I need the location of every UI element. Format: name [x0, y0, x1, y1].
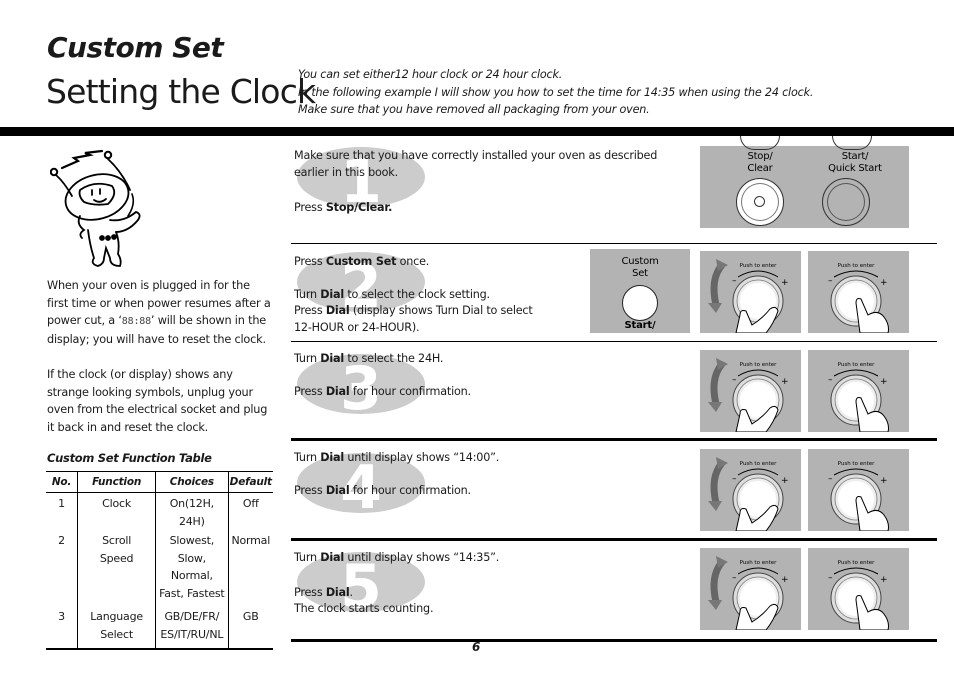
- plus-icon: +: [781, 377, 789, 387]
- custom-set-button[interactable]: [622, 285, 658, 321]
- push-dial-illustration: Push to enter – +: [808, 350, 909, 432]
- turn-dial-illustration: Push to enter – +: [700, 449, 801, 531]
- intro-text: You can set either12 hour clock or 24 ho…: [298, 66, 813, 119]
- header-function: Function: [77, 471, 156, 493]
- function-table: No. Function Choices Default 1 Clock On(…: [46, 471, 273, 650]
- cell-function: Clock: [77, 492, 156, 530]
- push-to-enter-label: Push to enter: [838, 560, 875, 566]
- mascot-illustration: [50, 149, 141, 267]
- push-dial-illustration: Push to enter – +: [808, 548, 909, 630]
- header-divider: [0, 127, 954, 136]
- table-row: 3 Language Select GB/DE/FR/ES/IT/RU/NL GB: [46, 602, 273, 650]
- cell-choices: On(12H, 24H): [155, 492, 229, 530]
- stop-clear-label: Stop/Clear.: [325, 201, 393, 214]
- push-to-enter-label: Push to enter: [740, 560, 777, 566]
- cell-choices: Slowest, Slow, Normal, Fast, Fastest: [155, 530, 229, 602]
- step-1-text: Make sure that you have correctly instal…: [294, 149, 658, 214]
- plus-icon: +: [781, 476, 789, 486]
- start-button-label: Start/: [624, 320, 656, 331]
- minus-icon: –: [828, 474, 833, 484]
- cell-default: Off: [227, 492, 273, 530]
- push-to-enter-label: Push to enter: [740, 362, 777, 368]
- step-5-text: Turn Dial until display shows “14:35”. P…: [294, 551, 500, 615]
- minus-icon: –: [732, 276, 737, 286]
- push-to-enter-label: Push to enter: [838, 362, 875, 368]
- custom-set-panel: Custom Set Start/: [590, 249, 690, 333]
- push-to-enter-label: Push to enter: [740, 263, 777, 269]
- cell-function: Language Select: [77, 602, 156, 650]
- turn-dial-illustration: Push to enter – +: [700, 350, 801, 432]
- function-table-title: Custom Set Function Table: [47, 451, 212, 465]
- minus-icon: –: [732, 474, 737, 484]
- step-2-text: Press Custom Set once. Turn Dial to sele…: [294, 255, 533, 334]
- minus-icon: –: [732, 573, 737, 583]
- step-divider: [291, 438, 937, 441]
- page-title: Setting the Clock: [46, 72, 316, 111]
- cell-no: 1: [58, 497, 65, 510]
- step-divider: [291, 538, 937, 541]
- plus-icon: +: [781, 278, 789, 288]
- table-row: 1 Clock On(12H, 24H) Off: [46, 492, 273, 530]
- table-row: 2 Scroll Speed Slowest, Slow, Normal, Fast,…: [46, 530, 273, 602]
- header-choices: Choices: [155, 471, 229, 493]
- stop-start-panel: Stop/Clear Start/Quick Start: [700, 136, 909, 228]
- intro-line: In the following example I will show you…: [298, 85, 814, 99]
- plus-icon: +: [880, 476, 888, 486]
- step-1: 1 Make sure that you have correctly inst…: [291, 136, 937, 244]
- header-default: Default: [227, 471, 273, 493]
- turn-dial-illustration: Push to enter – +: [700, 251, 801, 333]
- cell-no: 3: [46, 602, 78, 650]
- section-title: Custom Set: [47, 31, 224, 64]
- intro-line: Make sure that you have removed all pack…: [298, 103, 650, 116]
- push-dial-illustration: Push to enter – +: [808, 449, 909, 531]
- footer-divider: [291, 639, 937, 642]
- minus-icon: –: [732, 375, 737, 385]
- plus-icon: +: [880, 377, 888, 387]
- cell-default: GB: [227, 602, 273, 650]
- stop-clear-button[interactable]: [736, 178, 784, 226]
- minus-icon: –: [828, 573, 833, 583]
- step-3-text: Turn Dial to select the 24H. Press Dial …: [294, 352, 471, 398]
- step-divider: [291, 243, 937, 244]
- plus-icon: +: [781, 575, 789, 585]
- push-to-enter-label: Push to enter: [838, 461, 875, 467]
- push-dial-illustration: Push to enter – +: [808, 251, 909, 333]
- cell-choices: GB/DE/FR/ES/IT/RU/NL: [155, 602, 229, 650]
- stop-clear-button-label: Stop/Clear: [747, 151, 773, 174]
- reset-instructions: When your oven is plugged in for the fir…: [47, 277, 273, 436]
- plus-icon: +: [880, 575, 888, 585]
- cell-no: 2: [58, 534, 65, 547]
- table-header-row: No. Function Choices Default: [46, 471, 273, 493]
- custom-set-button-label: Custom Set: [621, 256, 659, 279]
- step-divider: [291, 341, 937, 342]
- plus-icon: +: [880, 278, 888, 288]
- cell-function: Scroll Speed: [77, 530, 156, 602]
- start-quick-start-button[interactable]: [822, 178, 870, 226]
- minus-icon: –: [828, 375, 833, 385]
- page-number: 6: [472, 640, 481, 654]
- header-no: No.: [46, 471, 78, 493]
- strange-symbols-paragraph: If the clock (or display) shows any stra…: [47, 367, 268, 434]
- power-cut-paragraph: When your oven is plugged in for the fir…: [47, 279, 271, 346]
- lcd-display-value: 88:88: [121, 316, 151, 328]
- intro-line: You can set either12 hour clock or 24 ho…: [298, 68, 563, 81]
- turn-dial-illustration: Push to enter – +: [700, 548, 801, 630]
- cell-default: Normal: [227, 530, 273, 602]
- step-4-text: Turn Dial until display shows “14:00”. P…: [294, 451, 500, 497]
- push-to-enter-label: Push to enter: [838, 263, 875, 269]
- push-to-enter-label: Push to enter: [740, 461, 777, 467]
- minus-icon: –: [828, 276, 833, 286]
- start-button-label: Start/Quick Start: [828, 151, 882, 174]
